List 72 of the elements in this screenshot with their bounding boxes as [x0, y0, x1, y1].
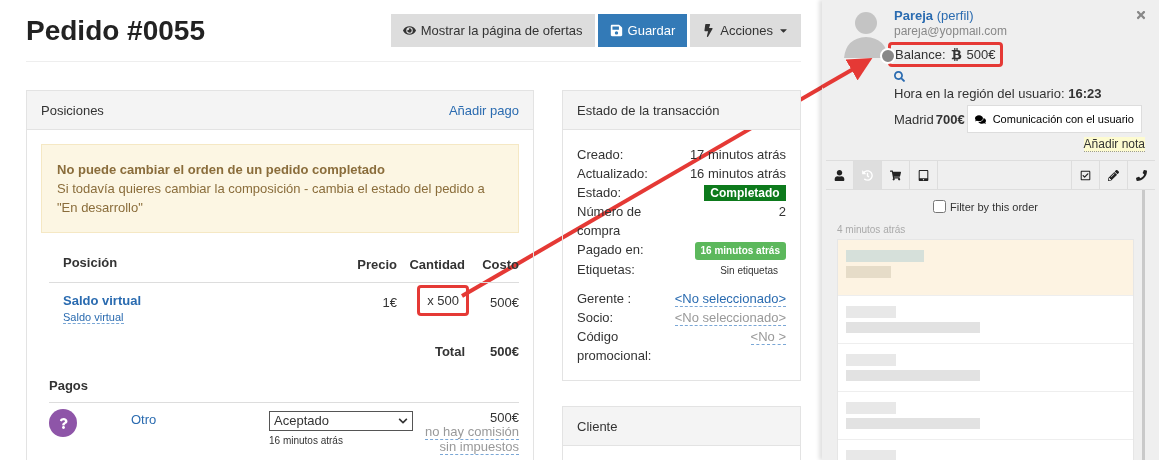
profile-link[interactable]: (perfil)	[936, 8, 974, 23]
time-value: 16:23	[1068, 86, 1102, 101]
filter-label: Filter by this order	[950, 200, 1038, 213]
tags-text: Sin etiquetas	[720, 265, 778, 276]
field-label: Gerente :	[577, 290, 633, 308]
section-title: Pagos	[49, 378, 88, 393]
payment-time: 16 minutos atrás	[269, 434, 343, 448]
balance-label: Balance:	[895, 47, 946, 62]
product-sublink[interactable]: Saldo virtual	[63, 311, 124, 324]
add-payment-link[interactable]: Añadir pago	[448, 102, 519, 118]
field-label: Etiquetas:	[577, 261, 636, 279]
checkbox-icon	[1080, 169, 1091, 181]
product-link[interactable]: Saldo virtual	[63, 293, 142, 308]
total-label: Total	[434, 344, 465, 359]
payment-amount: 500€	[490, 411, 519, 425]
status-badge: 16 minutos atrás	[694, 242, 786, 260]
column-header: Posición	[62, 255, 119, 270]
city-label: Madrid	[894, 111, 934, 127]
payment-method-link[interactable]: Otro	[131, 413, 269, 427]
commission-link[interactable]: no hay comisión	[425, 425, 519, 440]
total-value: 500€	[490, 344, 519, 359]
select-link[interactable]: <No >	[750, 329, 786, 345]
close-icon[interactable]	[1135, 9, 1147, 21]
chat-icon	[974, 113, 986, 125]
tablet-icon	[918, 169, 929, 181]
question-icon	[49, 409, 77, 437]
user-name-link[interactable]: Pareja	[894, 8, 934, 23]
field-label: Código promocional:	[577, 328, 653, 365]
alert-text: Si todavía quieres cambiar la composición - cambia el estado del pedido a "En desarrollo"	[57, 180, 486, 217]
cart-icon	[890, 169, 901, 181]
add-note-link[interactable]: Añadir nota	[1083, 137, 1145, 152]
user-icon	[834, 169, 845, 181]
card-title: Posiciones	[41, 102, 104, 118]
chevron-down-icon	[398, 416, 408, 426]
toolbar-button[interactable]: Mostrar la página de ofertas	[390, 14, 595, 47]
phone-icon	[1136, 169, 1147, 181]
select-link[interactable]: <No seleccionado>	[674, 291, 786, 307]
cost-cell: 500€	[490, 295, 519, 310]
column-header: Cantidad	[409, 257, 465, 272]
alert-title: No puede cambiar el orden de un pedido completado	[57, 162, 385, 177]
tax-link[interactable]: sin impuestos	[439, 440, 519, 455]
toolbar-button[interactable]: Guardar	[597, 14, 688, 47]
callout-arrow	[821, 58, 873, 89]
field-label: Pagado en:	[577, 241, 645, 259]
user-email: pareja@yopmail.com	[894, 27, 1008, 38]
field-label: Estado:	[577, 184, 623, 202]
pencil-icon	[1108, 169, 1119, 181]
status-select[interactable]: Aceptado	[269, 411, 413, 431]
field-label: Creado:	[577, 146, 625, 164]
filter-checkbox[interactable]	[933, 200, 946, 213]
status-badge: Completado	[704, 185, 786, 201]
history-time: 4 minutos atrás	[837, 224, 906, 235]
field-label: Actualizado:	[577, 165, 649, 183]
city-amount: 700€	[935, 111, 965, 127]
field-value: 16 minutos atrás	[689, 166, 786, 181]
column-header: Precio	[357, 257, 397, 272]
price-cell: 1€	[382, 295, 397, 310]
history-icon	[862, 169, 873, 181]
search-icon[interactable]	[894, 71, 905, 82]
field-label: Socio:	[577, 309, 615, 327]
contact-button[interactable]: Comunicación con el usuario	[966, 105, 1142, 133]
time-label: Hora en la región del usuario:	[894, 86, 1065, 101]
eye-icon	[402, 24, 416, 37]
field-value: 2	[778, 204, 786, 219]
card-title: Cliente	[577, 418, 618, 434]
page-title: Pedido #0055	[26, 14, 205, 47]
quantity-cell: x 500	[417, 285, 469, 316]
actions-dropdown[interactable]: Acciones	[690, 14, 801, 47]
card-title: Estado de la transacción	[577, 102, 720, 118]
bitcoin-icon	[949, 48, 963, 61]
balance-value: 500€	[966, 47, 996, 62]
select-link[interactable]: <No seleccionado>	[674, 310, 786, 326]
